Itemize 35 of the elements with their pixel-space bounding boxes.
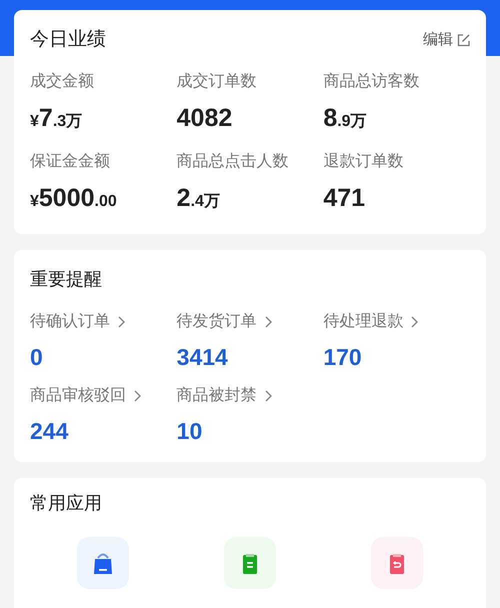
reminder-count: 10 [176,417,204,446]
metric-label: 商品总访客数 [323,72,420,92]
reminder-link[interactable]: 商品被封禁 [176,384,324,408]
section-title: 常用应用 [30,492,103,515]
metric-label: 成交订单数 [176,72,258,92]
metric-label: 保证金金额 [30,152,111,172]
reminder-link[interactable]: 商品审核驳回 [30,384,177,408]
section-title: 今日业绩 [30,28,106,52]
reminder-link[interactable]: 待确认订单 [30,310,177,334]
reminder-count: 3414 [176,343,229,372]
reminder-count: 170 [323,343,363,372]
app-button[interactable] [224,537,276,589]
chevron-right-icon [134,390,141,402]
section-title: 重要提醒 [30,268,103,291]
edit-icon [457,34,470,46]
metric-value: 471 [323,183,366,214]
app-button[interactable] [77,537,130,589]
metric-value: 8.9万 [323,103,368,134]
chevron-right-icon [411,316,418,328]
metric-value: ¥7.3万 [30,103,84,134]
metric-label: 成交金额 [30,72,95,92]
chevron-right-icon [264,316,272,328]
app-button[interactable] [370,537,423,589]
chevron-right-icon [264,390,272,402]
reminder-link[interactable]: 待处理退款 [323,310,470,334]
metric-value: ¥5000.00 [30,183,118,214]
metric-label: 商品总点击人数 [176,152,290,172]
reminder-count: 0 [30,343,44,372]
metric-value: 2.4万 [176,183,221,214]
metric-value: 4082 [176,103,234,134]
edit-link[interactable]: 编辑 [423,28,470,52]
chevron-right-icon [118,316,125,328]
reminder-link[interactable]: 待发货订单 [176,310,324,334]
reminder-count: 244 [30,417,70,446]
metric-label: 退款订单数 [323,152,404,172]
